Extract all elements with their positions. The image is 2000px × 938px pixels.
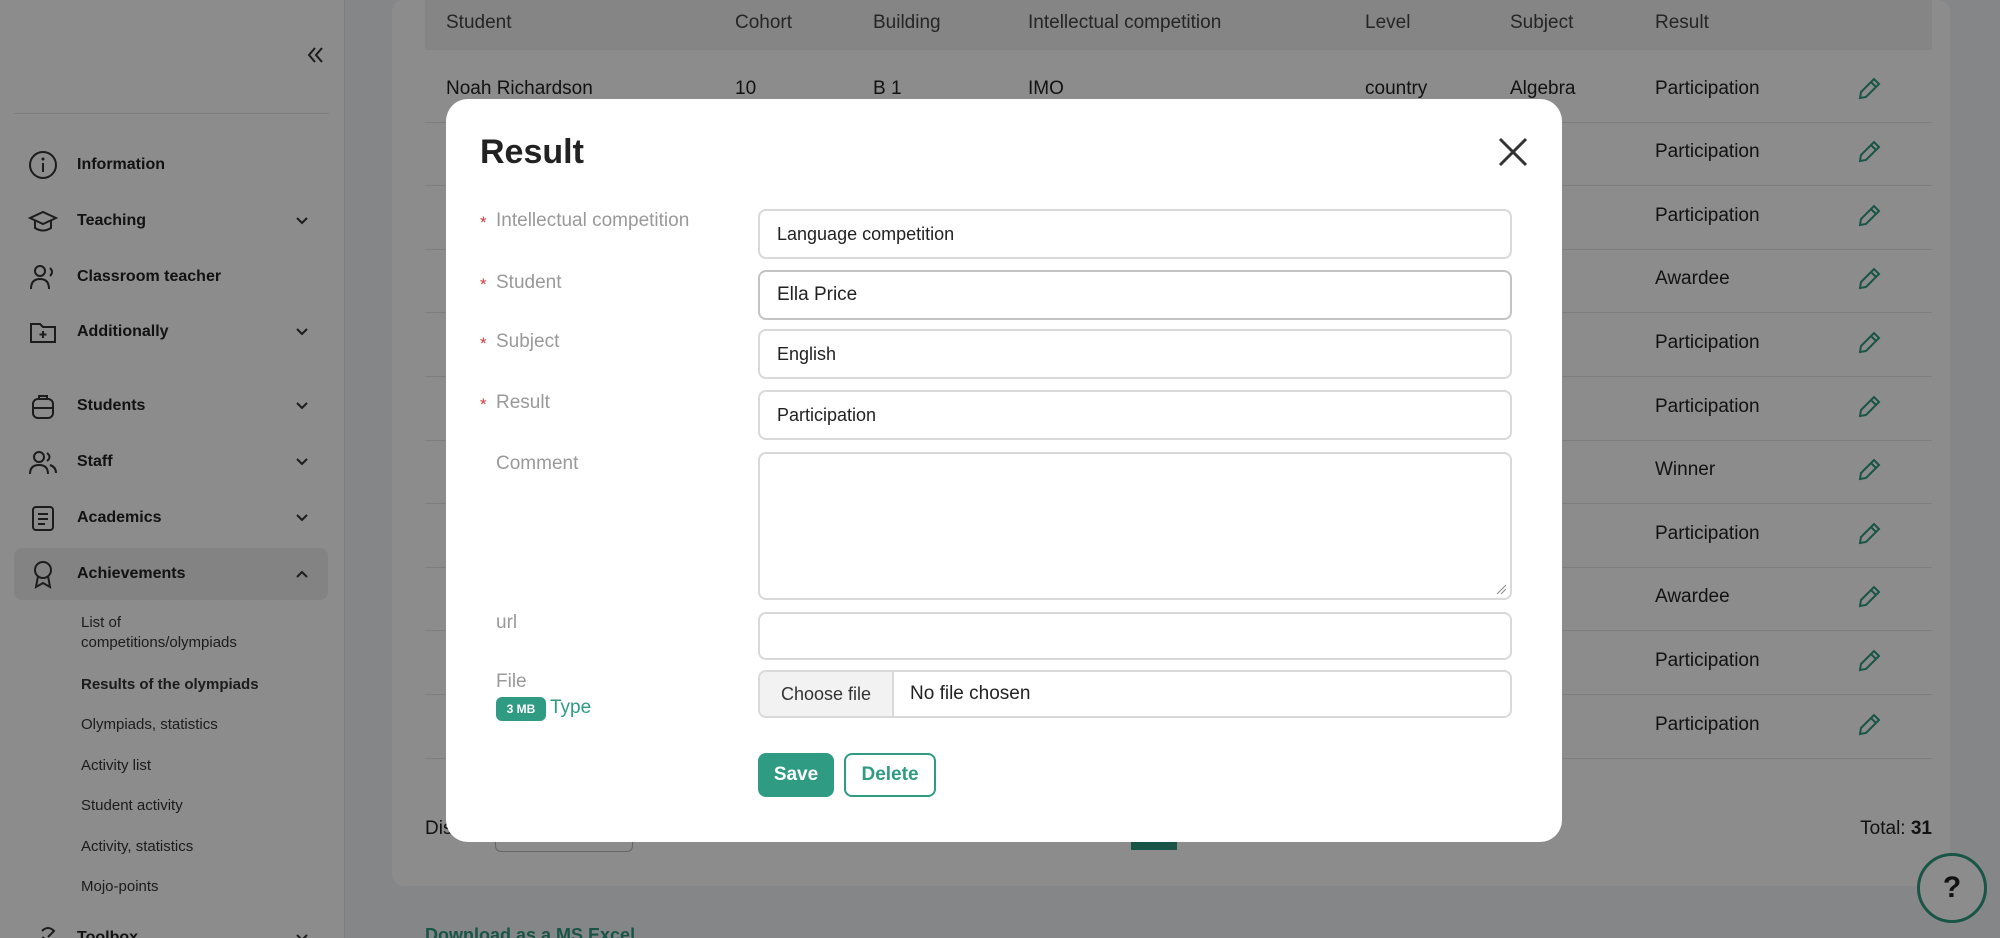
result-select[interactable]: Participation: [758, 390, 1512, 440]
comment-textarea[interactable]: [758, 452, 1512, 600]
required-marker: *: [480, 275, 487, 294]
choose-file-button[interactable]: Choose file: [760, 672, 894, 716]
save-button[interactable]: Save: [758, 753, 834, 797]
modal-title: Result: [480, 133, 584, 171]
required-marker: *: [480, 395, 487, 414]
file-input[interactable]: Choose file No file chosen: [758, 670, 1512, 718]
comment-label: Comment: [496, 453, 579, 474]
competition-label: Intellectual competition: [496, 210, 690, 231]
url-label: url: [496, 612, 518, 633]
required-marker: *: [480, 213, 487, 232]
file-type-link[interactable]: Type: [550, 697, 591, 719]
subject-label: Subject: [496, 331, 560, 352]
required-marker: *: [480, 334, 487, 353]
file-status: No file chosen: [910, 683, 1031, 704]
url-input[interactable]: [758, 612, 1512, 660]
student-label: Student: [496, 272, 562, 293]
result-label: Result: [496, 392, 550, 413]
file-label: File: [496, 671, 527, 692]
competition-select[interactable]: Language competition: [758, 209, 1512, 259]
resize-grip-icon[interactable]: [1495, 583, 1507, 595]
close-icon[interactable]: [1496, 135, 1530, 169]
file-size-badge: 3 MB: [496, 697, 546, 721]
student-select[interactable]: Ella Price: [758, 270, 1512, 320]
subject-select[interactable]: English: [758, 329, 1512, 379]
result-modal: Result * Intellectual competition Langua…: [446, 99, 1562, 842]
delete-button[interactable]: Delete: [844, 753, 936, 797]
